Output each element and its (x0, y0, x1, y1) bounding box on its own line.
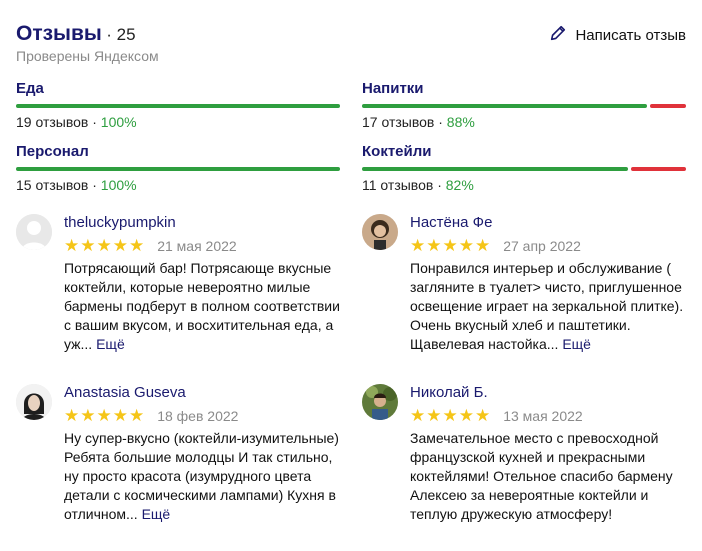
review-text: Потрясающий бар! Потрясающе вкусные кокт… (64, 259, 344, 354)
reviews-count: · 25 (106, 25, 136, 44)
category-meta: 15 отзывов · 100% (16, 177, 340, 193)
category-drinks[interactable]: Напитки 17 отзывов · 88% (362, 80, 686, 130)
page-title: Отзывы (16, 22, 102, 45)
category-name: Персонал (16, 143, 89, 160)
review-author[interactable]: Настёна Фе (410, 214, 690, 234)
read-more-link[interactable]: Ещё (96, 336, 125, 352)
category-percent: 88% (446, 114, 475, 130)
category-cocktails[interactable]: Коктейли 11 отзывов · 82% (362, 143, 686, 193)
negative-bar (650, 104, 686, 108)
category-meta: 11 отзывов · 82% (362, 177, 686, 193)
avatar[interactable] (362, 214, 398, 250)
review-text: Понравился интерьер и обслуживание ( заг… (410, 259, 690, 354)
category-percent: 82% (445, 177, 474, 193)
separator: · (88, 177, 101, 193)
review-text-body: Замечательное место с превосходной франц… (410, 430, 673, 522)
rating-bar (362, 104, 686, 108)
category-percent: 100% (100, 114, 137, 130)
pencil-icon (549, 24, 567, 46)
write-review-label: Написать отзыв (575, 26, 686, 44)
review-text: Замечательное место с превосходной франц… (410, 429, 690, 524)
positive-bar (362, 104, 647, 108)
read-more-link[interactable]: Ещё (142, 506, 171, 522)
category-percent: 100% (100, 177, 137, 193)
star-rating: ★★★★★ (64, 236, 146, 255)
star-rating: ★★★★★ (410, 406, 492, 425)
avatar[interactable] (16, 384, 52, 420)
category-review-count: 17 отзывов (362, 114, 435, 130)
review-text-body: Понравился интерьер и обслуживание ( заг… (410, 260, 684, 352)
category-meta: 19 отзывов · 100% (16, 114, 340, 130)
reviews-header: Отзывы · 25 (16, 22, 136, 46)
avatar[interactable] (362, 384, 398, 420)
separator: · (434, 114, 447, 130)
star-rating: ★★★★★ (64, 406, 146, 425)
write-review-button[interactable]: Написать отзыв (549, 24, 686, 46)
positive-bar (16, 104, 340, 108)
category-meta: 17 отзывов · 88% (362, 114, 686, 130)
verified-subtitle: Проверены Яндексом (16, 48, 159, 64)
separator: · (433, 177, 446, 193)
review-date: 27 апр 2022 (503, 238, 581, 254)
category-review-count: 19 отзывов (16, 114, 89, 130)
rating-bar (362, 167, 686, 171)
category-name: Еда (16, 80, 44, 97)
negative-bar (631, 167, 686, 171)
positive-bar (16, 167, 340, 171)
star-rating: ★★★★★ (410, 236, 492, 255)
review-date: 21 мая 2022 (157, 238, 237, 254)
review-author[interactable]: theluckypumpkin (64, 214, 344, 234)
rating-bar (16, 167, 340, 171)
positive-bar (362, 167, 628, 171)
avatar[interactable] (16, 214, 52, 250)
rating-bar (16, 104, 340, 108)
review-date: 18 фев 2022 (157, 408, 239, 424)
category-review-count: 15 отзывов (16, 177, 89, 193)
review-author[interactable]: Anastasia Guseva (64, 384, 344, 404)
category-food[interactable]: Еда 19 отзывов · 100% (16, 80, 340, 130)
review-author[interactable]: Николай Б. (410, 384, 690, 404)
review-text-body: Ну супер-вкусно (коктейли-изумительные) … (64, 430, 339, 522)
read-more-link[interactable]: Ещё (562, 336, 591, 352)
category-staff[interactable]: Персонал 15 отзывов · 100% (16, 143, 340, 193)
category-review-count: 11 отзывов (362, 177, 434, 193)
category-name: Напитки (362, 80, 424, 97)
review-date: 13 мая 2022 (503, 408, 583, 424)
category-name: Коктейли (362, 143, 432, 160)
separator: · (88, 114, 101, 130)
review-text: Ну супер-вкусно (коктейли-изумительные) … (64, 429, 344, 524)
